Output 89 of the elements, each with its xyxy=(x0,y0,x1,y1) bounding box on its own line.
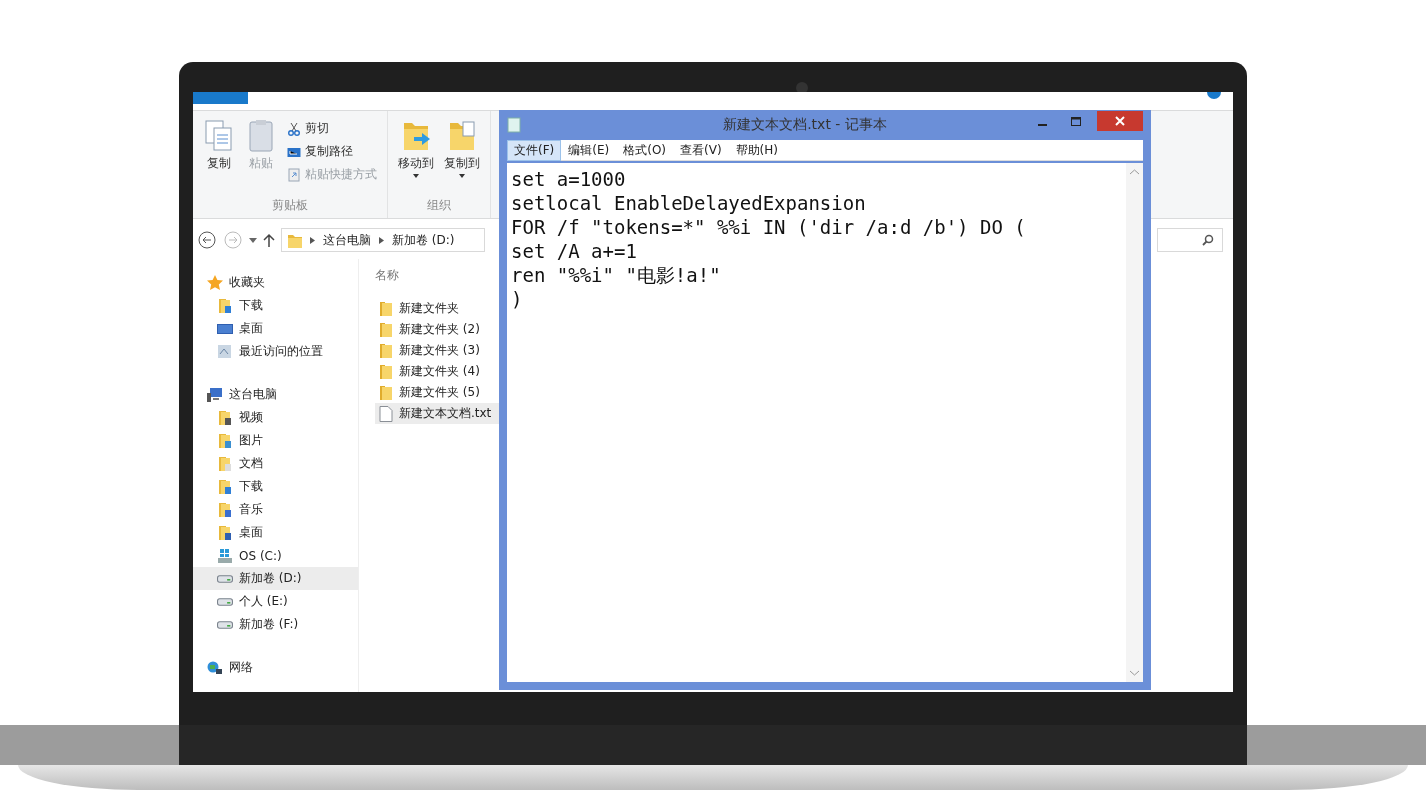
menu-item[interactable]: 格式(O) xyxy=(616,139,674,161)
recent-places-icon xyxy=(217,343,233,360)
chevron-icon xyxy=(379,236,384,244)
system-drive-icon xyxy=(217,547,233,564)
menu-item[interactable]: 帮助(H) xyxy=(728,139,785,161)
sidebar-item[interactable]: 音乐 xyxy=(193,498,358,521)
code-line: setlocal EnableDelayedExpansion xyxy=(511,191,867,215)
network-icon xyxy=(207,659,223,676)
folder-icon xyxy=(379,363,393,380)
window-title: 新建文本文档.txt - 记事本 xyxy=(722,116,888,134)
sidebar-item[interactable]: 图片 xyxy=(193,429,358,452)
ribbon-button[interactable]: 移动到 xyxy=(396,117,436,197)
sidebar-item[interactable]: 下载 xyxy=(193,475,358,498)
text-area[interactable]: set a=1000 setlocal EnableDelayedExpansion FOR /f "tokens=*" %%i IN ('dir /a:d /b') DO ( set /A a+=1 ren "%%i" "电影!a!" ) xyxy=(507,163,1143,682)
maximize-icon xyxy=(1071,116,1081,126)
minimize-icon xyxy=(1037,123,1047,126)
up-arrow-icon[interactable] xyxy=(263,233,275,247)
scroll-up-icon[interactable] xyxy=(1130,169,1139,175)
notepad-icon xyxy=(507,117,521,133)
code-line: FOR /f "tokens=*" %%i IN ('dir /a:d /b') DO ( xyxy=(511,215,1027,239)
ribbon-button[interactable]: 复制路径 xyxy=(285,142,379,161)
code-line: set a=1000 xyxy=(511,167,627,191)
file-item[interactable]: 新建文件夹 (2) xyxy=(375,319,488,340)
sidebar-header[interactable]: 收藏夹 xyxy=(193,271,358,294)
back-icon[interactable] xyxy=(197,230,217,250)
shortcut-icon xyxy=(287,167,301,182)
drive-icon xyxy=(217,620,233,629)
breadcrumb[interactable]: 这台电脑 xyxy=(323,231,371,249)
help-icon[interactable] xyxy=(1207,92,1221,102)
scrollbar[interactable] xyxy=(1126,163,1143,682)
sidebar-item[interactable]: 下载 xyxy=(193,294,358,317)
code-line: set /A a+=1 xyxy=(511,239,638,263)
menu-item[interactable]: 查看(V) xyxy=(673,139,729,161)
address-bar[interactable]: 这台电脑 新加卷 (D:) xyxy=(281,228,485,252)
sidebar-item[interactable]: 视频 xyxy=(193,406,358,429)
documents-icon xyxy=(203,119,235,153)
close-button[interactable] xyxy=(1097,111,1143,131)
menu-item[interactable]: 文件(F) xyxy=(507,139,562,161)
scissors-icon xyxy=(287,121,301,136)
folder-icon xyxy=(217,455,233,472)
file-item[interactable]: 新建文件夹 (5) xyxy=(375,382,488,403)
folder-icon xyxy=(379,342,393,359)
folder-icon xyxy=(379,300,393,317)
computer-icon xyxy=(207,386,223,403)
breadcrumb[interactable]: 新加卷 (D:) xyxy=(392,231,455,249)
code-line: ren "%%i" "电影!a!" xyxy=(511,263,722,287)
drive-icon xyxy=(217,597,233,606)
sidebar-item[interactable]: 桌面 xyxy=(193,317,358,340)
folder-icon xyxy=(217,297,233,314)
sidebar-item[interactable]: 个人 (E:) xyxy=(193,590,358,613)
file-item[interactable]: 新建文件夹 xyxy=(375,298,467,319)
group-label: 组织 xyxy=(427,197,451,214)
sidebar-item[interactable]: 桌面 xyxy=(193,521,358,544)
star-icon xyxy=(207,274,223,291)
folder-icon xyxy=(217,432,233,449)
file-item[interactable]: 新建文件夹 (4) xyxy=(375,361,488,382)
drive-icon xyxy=(217,574,233,583)
ribbon-button[interactable]: 复制 xyxy=(201,117,237,197)
sidebar-header[interactable]: 这台电脑 xyxy=(193,383,358,406)
column-header[interactable]: 名称 xyxy=(375,267,399,284)
sidebar-header[interactable]: 网络 xyxy=(193,656,358,679)
file-item[interactable]: 新建文件夹 (3) xyxy=(375,340,488,361)
ribbon-button[interactable]: 复制到 xyxy=(442,117,482,197)
folder-icon xyxy=(217,501,233,518)
ribbon-button[interactable]: 剪切 xyxy=(285,119,379,138)
menu-item[interactable]: 编辑(E) xyxy=(561,139,617,161)
close-icon xyxy=(1115,116,1125,126)
file-item[interactable]: 新建文本文档.txt xyxy=(375,403,500,424)
folder-icon xyxy=(379,384,393,401)
search-icon xyxy=(1202,234,1214,246)
folder-icon xyxy=(217,478,233,495)
dropdown-icon[interactable] xyxy=(249,237,257,243)
sidebar-item[interactable]: 新加卷 (F:) xyxy=(193,613,358,636)
folder-icon xyxy=(217,409,233,426)
caret-icon xyxy=(413,174,419,178)
sidebar-item[interactable]: OS (C:) xyxy=(193,544,358,567)
search-field[interactable] xyxy=(1157,228,1223,252)
scroll-down-icon[interactable] xyxy=(1130,670,1139,676)
chevron-icon xyxy=(310,236,315,244)
folder-icon xyxy=(379,321,393,338)
sidebar-item[interactable]: 最近访问的位置 xyxy=(193,340,358,363)
sidebar-item[interactable]: 文档 xyxy=(193,452,358,475)
folder-icon xyxy=(217,524,233,541)
text-file-icon xyxy=(379,405,393,422)
caret-icon xyxy=(459,174,465,178)
sidebar-item[interactable]: 新加卷 (D:) xyxy=(193,567,358,590)
group-label: 剪贴板 xyxy=(272,197,308,214)
code-line: ) xyxy=(511,287,524,311)
folder-icon xyxy=(288,232,302,248)
